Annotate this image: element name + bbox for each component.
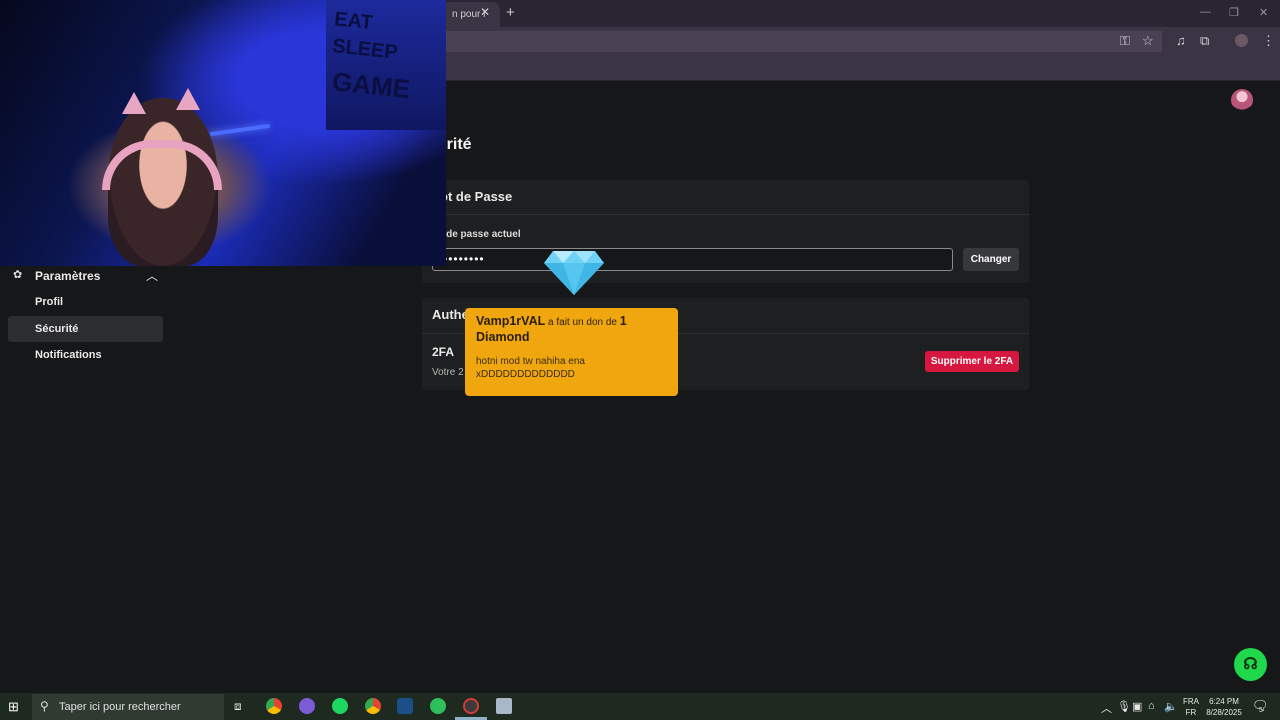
donation-headline: Vamp1rVAL a fait un don de 1 Diamond [476,314,671,345]
task-view-icon[interactable]: ⧈ [234,699,242,714]
authentication-card-title: Authe [432,307,469,322]
webcam-poster: EAT SLEEP GAME [326,0,446,130]
diamond-icon [544,251,604,295]
cat-ear-left [122,92,146,114]
chrome-icon[interactable] [266,698,282,714]
chrome-profile-icon[interactable] [365,698,381,714]
change-password-button[interactable]: Changer [963,248,1019,271]
profile-avatar-icon[interactable] [1235,34,1248,47]
steam-icon[interactable] [397,698,413,714]
taskbar-clock[interactable]: 6:24 PM 8/28/2025 [1203,696,1245,718]
clock-date: 8/28/2025 [1206,708,1242,717]
extensions-icon[interactable]: ⧉ [1200,33,1209,49]
network-icon[interactable]: ⌂ [1148,700,1155,712]
user-avatar[interactable] [1231,89,1253,111]
search-placeholder: Taper ici pour rechercher [59,701,181,713]
password-card-title: ot de Passe [440,189,513,204]
remove-2fa-button[interactable]: Supprimer le 2FA [925,351,1019,372]
menu-dots-icon[interactable]: ⋮ [1262,33,1275,49]
donor-name: Vamp1rVAL [476,314,546,328]
keyboard-layout: FR [1185,708,1197,717]
obs-icon[interactable] [463,698,479,714]
support-chat-button[interactable]: ☊ [1234,648,1267,681]
new-tab-button[interactable]: + [506,4,515,21]
chevron-up-icon[interactable]: ︿ [146,267,158,284]
tab-close-icon[interactable]: ✕ [480,5,490,19]
donation-text: a fait un don de [545,317,620,328]
twofa-title: 2FA [432,345,455,359]
minimize-button[interactable]: — [1200,6,1211,18]
sidebar-item-notifications[interactable]: Notifications [8,342,163,368]
discord-icon[interactable] [299,698,315,714]
tray-chevron-icon[interactable]: ︿ [1101,700,1112,716]
spotify-icon[interactable] [332,698,348,714]
notification-count: 5 [1259,707,1263,714]
current-password-label: t de passe actuel [440,229,521,240]
microphone-icon[interactable]: 🎙 [1117,700,1131,713]
poster-line: GAME [330,66,412,105]
gear-icon: ✿ [13,269,23,281]
twofa-description: Votre 2 [432,367,464,378]
address-bar[interactable] [436,31,1162,52]
windows-start-icon[interactable]: ⊞ [8,699,19,715]
language-code: FRA [1183,697,1199,706]
headset-icon: ☊ [1243,656,1258,673]
search-icon: ⚲ [40,699,49,713]
sidebar-settings-label: Paramètres [35,269,101,283]
sidebar-item-profile[interactable]: Profil [8,289,163,315]
sidebar-item-security[interactable]: Sécurité [8,316,163,342]
language-indicator[interactable]: FRA FR [1183,696,1199,718]
media-icon[interactable]: ♫ [1176,33,1186,48]
window-close-button[interactable]: ✕ [1259,6,1268,19]
restore-button[interactable]: ❐ [1229,6,1239,19]
led-strip [210,123,270,137]
card-divider [422,214,1029,215]
volume-icon[interactable]: 🔈 [1164,700,1178,713]
current-password-input[interactable]: •••••••• [432,248,953,271]
cat-ear-right [176,88,200,110]
donation-message: hotni mod tw nahiha ena xDDDDDDDDDDDDD [476,356,585,380]
key-icon[interactable]: ⚿ [1120,33,1130,49]
display-icon[interactable]: ▣ [1132,700,1142,713]
bookmark-star-icon[interactable]: ☆ [1142,33,1154,49]
file-explorer-icon[interactable] [496,698,512,714]
app-icon[interactable] [430,698,446,714]
webcam-overlay: EAT SLEEP GAME [0,0,446,266]
clock-time: 6:24 PM [1209,697,1239,706]
